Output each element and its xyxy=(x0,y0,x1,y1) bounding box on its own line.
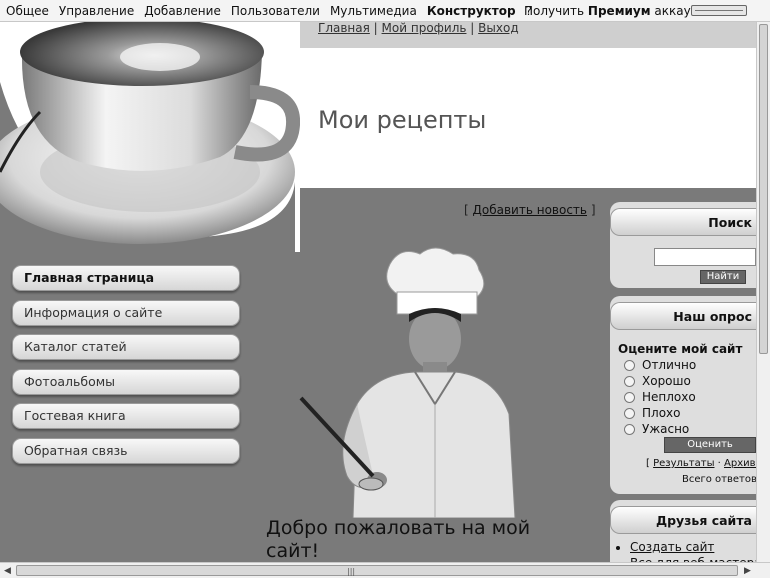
nav-guestbook[interactable]: Гостевая книга xyxy=(12,403,240,430)
poll-panel: Наш опрос Оцените мой сайт Отлично Хорош… xyxy=(610,296,770,494)
vertical-scroll-thumb[interactable] xyxy=(759,24,768,354)
friend-link-create-site[interactable]: Создать сайт xyxy=(630,540,714,554)
scroll-left-icon[interactable]: ◀ xyxy=(4,566,11,576)
poll-option[interactable]: Неплохо xyxy=(624,390,696,404)
add-news-link[interactable]: Добавить новость xyxy=(473,203,587,217)
top-menu: Общее Управление Добавление Пользователи… xyxy=(0,4,542,18)
horizontal-scrollbar[interactable]: ◀ ||| ▶ xyxy=(0,562,770,578)
radio-icon[interactable] xyxy=(624,407,635,419)
site-title: Мои рецепты xyxy=(318,106,487,134)
vertical-scrollbar[interactable] xyxy=(756,22,770,562)
search-panel-title: Поиск xyxy=(610,208,756,236)
search-panel: Поиск Найти xyxy=(610,202,756,288)
poll-option[interactable]: Хорошо xyxy=(624,374,691,388)
search-input[interactable] xyxy=(654,248,756,266)
nav-home[interactable]: Главная страница xyxy=(12,265,240,291)
nav-photos[interactable]: Фотоальбомы xyxy=(12,368,240,395)
menu-management[interactable]: Управление xyxy=(59,4,134,18)
list-item: Создать сайт xyxy=(630,540,762,554)
menu-users[interactable]: Пользователи xyxy=(231,4,320,18)
bracket-close: ] xyxy=(590,203,596,217)
radio-icon[interactable] xyxy=(624,423,635,435)
radio-icon[interactable] xyxy=(624,375,635,387)
coffee-cup-image xyxy=(0,22,300,252)
horizontal-scroll-thumb[interactable]: ||| xyxy=(16,565,738,576)
link-logout[interactable]: Выход xyxy=(478,21,518,35)
poll-option[interactable]: Плохо xyxy=(624,406,680,420)
top-menu-bar: Общее Управление Добавление Пользователи… xyxy=(0,0,770,22)
poll-question: Оцените мой сайт xyxy=(618,342,743,356)
premium-offer[interactable]: Получить Премиум аккаунт xyxy=(524,4,706,18)
grip-icon: ||| xyxy=(347,567,356,576)
left-navigation: Главная страница Информация о сайте Ката… xyxy=(12,265,240,473)
poll-option-label: Плохо xyxy=(642,406,681,420)
add-news: [ Добавить новость ] xyxy=(464,203,596,217)
poll-option-label: Ужасно xyxy=(642,422,690,436)
toolbar-slider[interactable] xyxy=(691,5,747,16)
link-separator: | xyxy=(373,21,378,35)
nav-feedback[interactable]: Обратная связь xyxy=(12,437,240,464)
link-home[interactable]: Главная xyxy=(318,21,370,35)
poll-option-label: Хорошо xyxy=(642,374,691,388)
premium-bold: Премиум xyxy=(587,4,651,18)
menu-constructor[interactable]: Конструктор xyxy=(427,4,516,18)
premium-prefix: Получить xyxy=(524,4,585,18)
radio-icon[interactable] xyxy=(624,391,635,403)
vote-button[interactable]: Оценить xyxy=(664,437,756,453)
poll-results-link[interactable]: Результаты xyxy=(653,458,714,469)
nav-articles[interactable]: Каталог статей xyxy=(12,334,240,361)
radio-icon[interactable] xyxy=(624,359,635,371)
poll-option[interactable]: Отлично xyxy=(624,358,696,372)
nav-about[interactable]: Информация о сайте xyxy=(12,299,240,326)
menu-add[interactable]: Добавление xyxy=(144,4,221,18)
poll-option-label: Отлично xyxy=(642,358,697,372)
header-links: Главная | Мой профиль | Выход xyxy=(318,21,519,35)
bracket-open: [ xyxy=(464,203,469,217)
menu-general[interactable]: Общее xyxy=(6,4,49,18)
menu-multimedia[interactable]: Мультимедиа xyxy=(330,4,417,18)
poll-option-label: Неплохо xyxy=(642,390,696,404)
welcome-text: Добро пожаловать на мой сайт! xyxy=(266,517,531,562)
scroll-right-icon[interactable]: ▶ xyxy=(744,566,751,576)
link-separator: | xyxy=(470,21,475,35)
poll-links: [ Результаты · Архив оп xyxy=(646,458,770,469)
chef-photo xyxy=(299,247,516,518)
poll-option[interactable]: Ужасно xyxy=(624,422,689,436)
link-profile[interactable]: Мой профиль xyxy=(382,21,467,35)
poll-panel-title: Наш опрос xyxy=(610,302,756,330)
friends-panel-title: Друзья сайта xyxy=(610,506,756,534)
search-button[interactable]: Найти xyxy=(700,270,746,284)
